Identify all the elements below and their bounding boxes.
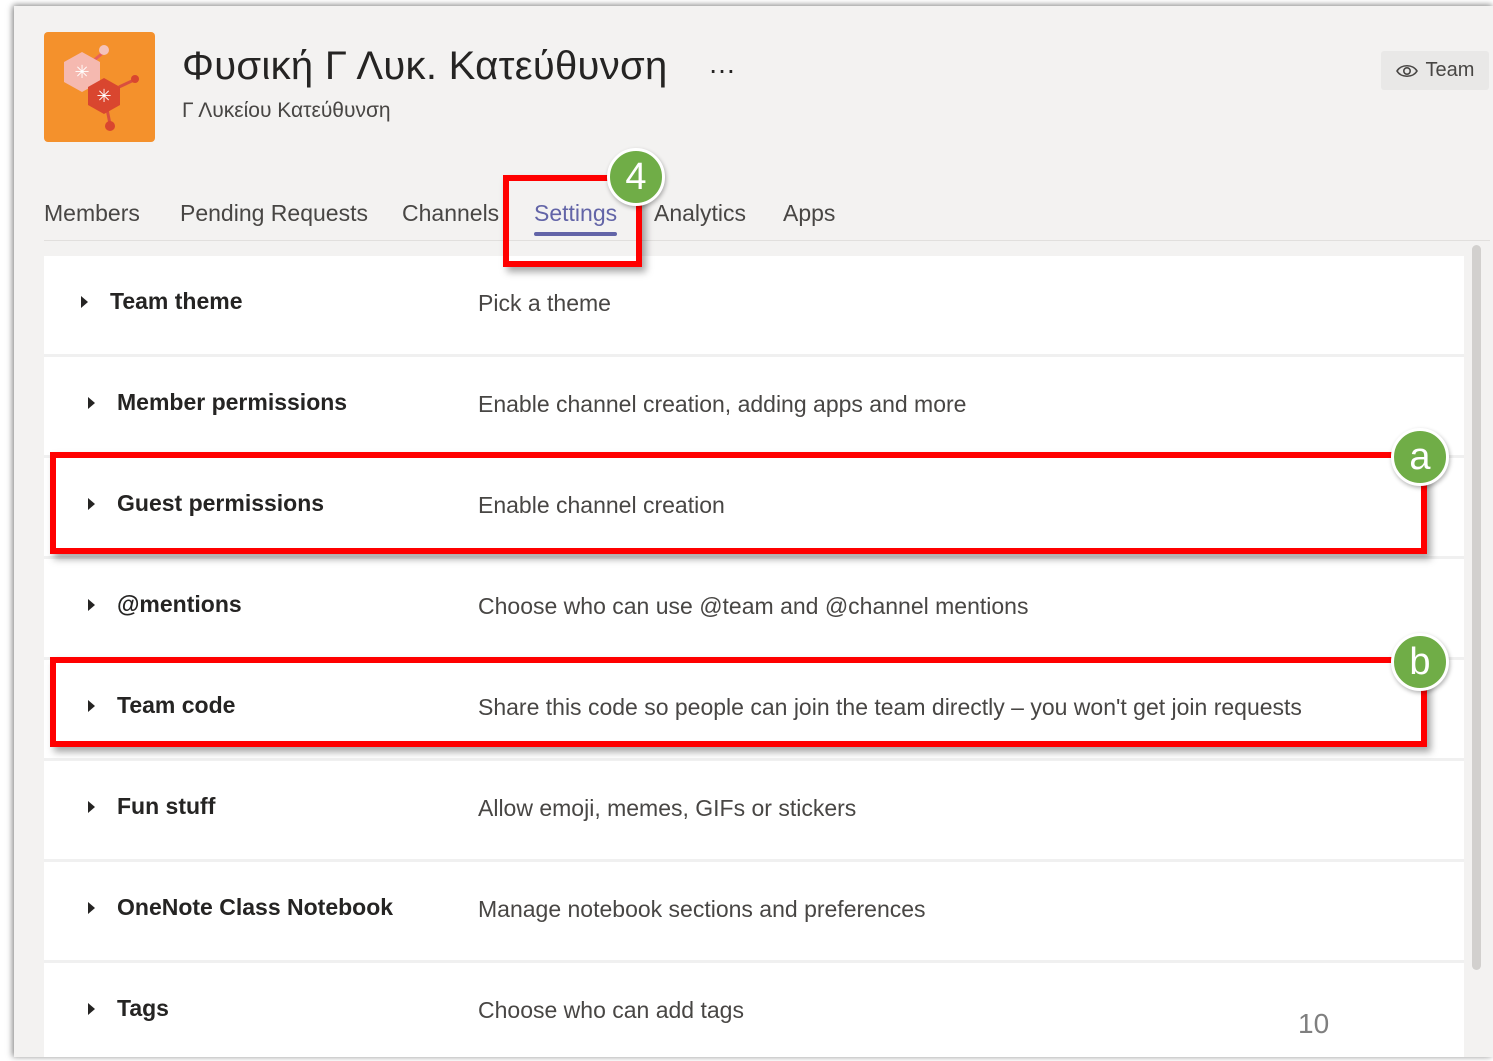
svg-text:✳: ✳ — [74, 62, 89, 83]
expand-caret-icon — [88, 397, 95, 409]
tab-channels[interactable]: Channels — [402, 200, 499, 227]
setting-guest-permissions[interactable]: Guest permissions Enable channel creatio… — [44, 458, 1464, 559]
setting-label: Team code — [117, 692, 236, 718]
setting-description: Enable channel creation, adding apps and… — [478, 391, 967, 417]
setting-member-permissions[interactable]: Member permissions Enable channel creati… — [44, 357, 1464, 458]
setting-description: Allow emoji, memes, GIFs or stickers — [478, 795, 857, 821]
tab-bar: Members Pending Requests Channels Settin… — [44, 196, 1490, 241]
tab-pending-requests[interactable]: Pending Requests — [180, 200, 368, 227]
setting-label: Guest permissions — [117, 490, 325, 516]
step-badge-4: 4 — [607, 148, 665, 206]
team-button-label: Team — [1425, 59, 1475, 81]
team-logo: ✳ ✳ — [44, 32, 155, 142]
expand-caret-icon — [81, 296, 88, 308]
eye-icon — [1395, 64, 1418, 77]
setting-label: @mentions — [117, 591, 242, 617]
setting-team-code[interactable]: Team code Share this code so people can … — [44, 660, 1464, 761]
team-subtitle: Γ Λυκείου Κατεύθυνση — [182, 99, 391, 122]
setting-description: Choose who can use @team and @channel me… — [478, 593, 1029, 619]
team-visibility-button[interactable]: Team — [1381, 51, 1489, 90]
setting-tags[interactable]: Tags Choose who can add tags — [44, 963, 1464, 1061]
setting-onenote-class-notebook[interactable]: OneNote Class Notebook Manage notebook s… — [44, 862, 1464, 963]
setting-description: Pick a theme — [478, 290, 611, 316]
expand-caret-icon — [88, 700, 95, 712]
tab-apps[interactable]: Apps — [783, 200, 835, 227]
expand-caret-icon — [88, 801, 95, 813]
setting-team-theme[interactable]: Team theme Pick a theme — [44, 256, 1464, 357]
step-badge-b: b — [1391, 633, 1449, 691]
expand-caret-icon — [88, 902, 95, 914]
step-badge-a: a — [1391, 428, 1449, 486]
setting-description: Manage notebook sections and preferences — [478, 896, 926, 922]
setting-label: Member permissions — [117, 389, 348, 415]
setting-description: Choose who can add tags — [478, 997, 744, 1023]
tab-analytics[interactable]: Analytics — [654, 200, 746, 227]
expand-caret-icon — [88, 1003, 95, 1015]
svg-text:✳: ✳ — [96, 86, 111, 107]
expand-caret-icon — [88, 599, 95, 611]
setting-fun-stuff[interactable]: Fun stuff Allow emoji, memes, GIFs or st… — [44, 761, 1464, 862]
page-number: 10 — [1298, 1008, 1330, 1039]
tab-members[interactable]: Members — [44, 200, 140, 227]
setting-mentions[interactable]: @mentions Choose who can use @team and @… — [44, 559, 1464, 660]
team-title: Φυσική Γ Λυκ. Κατεύθυνση — [182, 44, 668, 88]
setting-label: Team theme — [110, 288, 243, 314]
setting-label: OneNote Class Notebook — [117, 894, 394, 920]
expand-caret-icon — [88, 498, 95, 510]
setting-label: Fun stuff — [117, 793, 216, 819]
setting-description: Share this code so people can join the t… — [478, 694, 1302, 720]
setting-label: Tags — [117, 995, 169, 1021]
settings-panel: Team theme Pick a theme Member permissio… — [44, 256, 1464, 1057]
more-options-icon[interactable]: … — [708, 48, 737, 80]
setting-description: Enable channel creation — [478, 492, 725, 518]
vertical-scrollbar[interactable] — [1472, 245, 1481, 970]
tab-settings[interactable]: Settings — [534, 200, 618, 236]
